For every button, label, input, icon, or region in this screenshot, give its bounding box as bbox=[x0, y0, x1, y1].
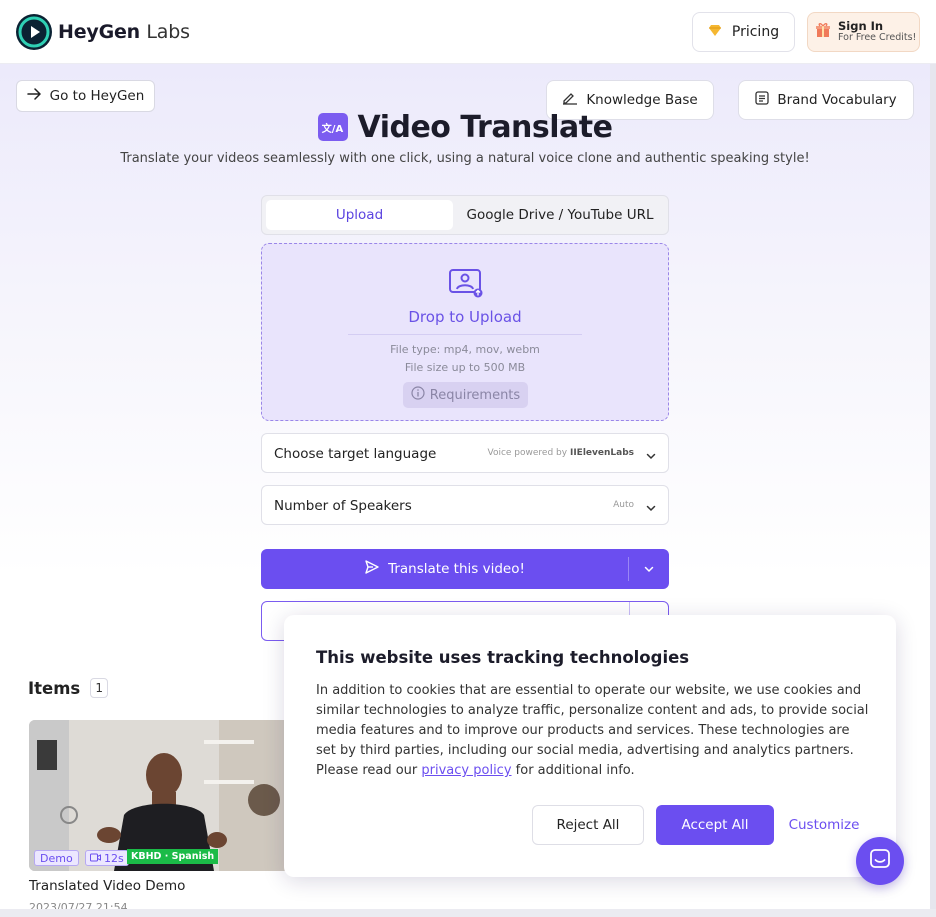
page-title-wrap: 文/A Video Translate bbox=[0, 106, 930, 148]
info-icon bbox=[411, 386, 425, 404]
duration-badge: 12s bbox=[85, 850, 129, 866]
pricing-button[interactable]: Pricing bbox=[692, 12, 795, 52]
sign-in-subtitle: For Free Credits! bbox=[838, 32, 917, 44]
horizontal-scrollbar[interactable] bbox=[0, 909, 936, 917]
voice-powered-hint: Voice powered by IIElevenLabs bbox=[487, 448, 635, 458]
translate-options-button[interactable] bbox=[629, 549, 669, 589]
sign-in-text: Sign In For Free Credits! bbox=[838, 20, 916, 43]
gift-icon bbox=[814, 21, 832, 43]
dropzone-divider bbox=[348, 334, 582, 335]
translate-icon: 文/A bbox=[317, 113, 348, 141]
cookie-consent-dialog: This website uses tracking technologies … bbox=[284, 615, 896, 877]
items-header: Items 1 bbox=[28, 678, 109, 698]
item-title[interactable]: Translated Video Demo bbox=[29, 878, 185, 894]
reject-all-button[interactable]: Reject All bbox=[532, 805, 644, 845]
chevron-down-icon bbox=[645, 447, 657, 466]
requirements-label: Requirements bbox=[429, 387, 521, 403]
file-type-info: File type: mp4, mov, webm bbox=[390, 343, 540, 356]
translate-video-split-button: Translate this video! bbox=[261, 549, 669, 589]
tab-upload[interactable]: Upload bbox=[266, 200, 453, 230]
cookie-title: This website uses tracking technologies bbox=[316, 648, 690, 667]
video-camera-icon bbox=[90, 852, 101, 865]
speakers-auto-hint: Auto bbox=[613, 500, 634, 510]
accept-all-button[interactable]: Accept All bbox=[656, 805, 774, 845]
requirements-button[interactable]: Requirements bbox=[403, 382, 528, 408]
pricing-label: Pricing bbox=[731, 24, 780, 40]
cookie-body: In addition to cookies that are essentia… bbox=[316, 683, 869, 778]
target-language-select[interactable]: Choose target language Voice powered by … bbox=[261, 433, 669, 473]
diamond-icon bbox=[708, 23, 722, 41]
send-icon bbox=[364, 559, 380, 579]
logo-text: HeyGen Labs bbox=[58, 21, 190, 43]
translate-video-label: Translate this video! bbox=[388, 561, 525, 577]
logo-mark-icon bbox=[16, 14, 52, 50]
video-thumbnail[interactable]: Demo 12s KBHD · Spanish bbox=[29, 720, 289, 871]
page-title: Video Translate bbox=[357, 109, 614, 145]
duration-label: 12s bbox=[104, 851, 124, 865]
chat-icon bbox=[869, 848, 891, 874]
tab-google-drive-youtube[interactable]: Google Drive / YouTube URL bbox=[458, 200, 662, 230]
sign-in-button[interactable]: Sign In For Free Credits! bbox=[807, 12, 920, 52]
source-tabs: Upload Google Drive / YouTube URL bbox=[261, 195, 669, 235]
upload-video-icon bbox=[448, 268, 484, 302]
heygen-logo[interactable]: HeyGen Labs bbox=[16, 14, 190, 50]
chevron-down-icon bbox=[645, 499, 657, 518]
drop-to-upload-title: Drop to Upload bbox=[408, 308, 522, 326]
elevenlabs-brand: IIElevenLabs bbox=[569, 448, 634, 458]
chevron-down-icon bbox=[643, 560, 655, 579]
items-count-badge: 1 bbox=[90, 678, 109, 698]
target-language-label: Choose target language bbox=[274, 446, 437, 462]
translate-video-button[interactable]: Translate this video! bbox=[261, 549, 628, 589]
customize-button[interactable]: Customize bbox=[786, 805, 862, 845]
number-of-speakers-label: Number of Speakers bbox=[274, 498, 412, 514]
go-to-heygen-label: Go to HeyGen bbox=[49, 88, 145, 104]
top-bar: HeyGen Labs Pricing Sign In For Free Cre… bbox=[0, 0, 936, 64]
chat-support-button[interactable] bbox=[856, 837, 904, 885]
vertical-scrollbar[interactable] bbox=[930, 64, 936, 909]
upload-dropzone[interactable]: Drop to Upload File type: mp4, mov, webm… bbox=[261, 243, 669, 421]
items-title: Items bbox=[28, 678, 81, 698]
privacy-policy-link[interactable]: privacy policy bbox=[421, 763, 511, 778]
file-size-info: File size up to 500 MB bbox=[404, 361, 526, 374]
number-of-speakers-select[interactable]: Number of Speakers Auto bbox=[261, 485, 669, 525]
arrow-right-icon bbox=[26, 88, 42, 104]
language-badge: KBHD · Spanish bbox=[127, 849, 219, 864]
demo-badge: Demo bbox=[34, 850, 79, 866]
page-subtitle: Translate your videos seamlessly with on… bbox=[120, 151, 810, 166]
